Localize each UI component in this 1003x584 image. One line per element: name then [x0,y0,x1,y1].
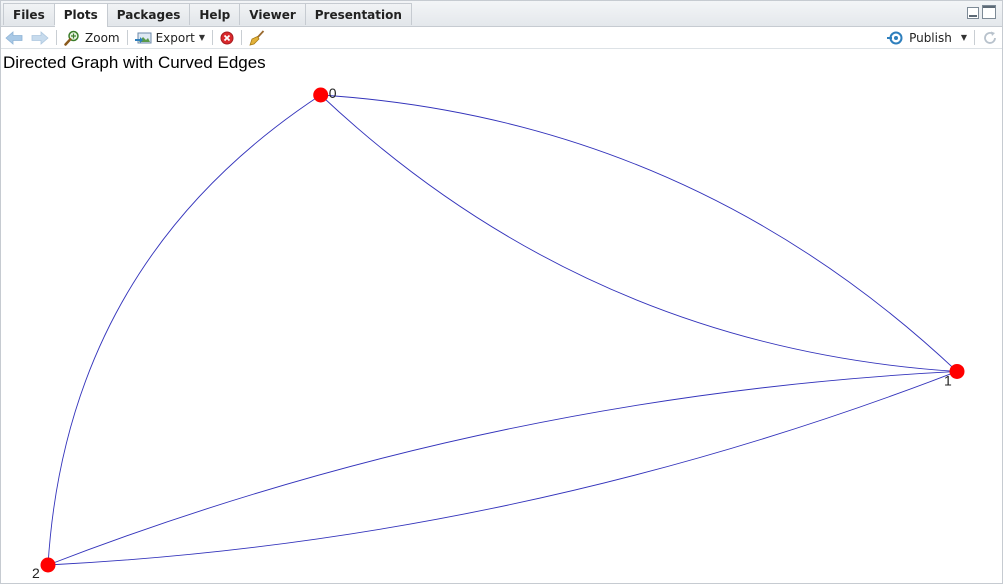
toolbar-separator [56,30,57,45]
node-2 [40,557,56,573]
refresh-button[interactable] [978,27,1002,48]
pane-window-controls [967,5,996,21]
tab-packages[interactable]: Packages [107,3,191,25]
maximize-pane-icon[interactable] [982,5,996,19]
tab-list: Files Plots Packages Help Viewer Present… [3,3,412,27]
zoom-label: Zoom [85,30,120,45]
tab-viewer[interactable]: Viewer [240,3,306,25]
graph-plot[interactable]: 0 1 2 [0,48,1001,582]
tab-files[interactable]: Files [3,3,55,25]
edge-0-to-2 [47,94,321,566]
tab-help[interactable]: Help [190,3,241,25]
node-0 [313,87,329,103]
toolbar-separator [212,30,214,45]
broom-icon [249,29,265,46]
remove-plot-button[interactable] [216,27,238,48]
node-label-2: 2 [32,565,40,581]
toolbar-separator [974,30,975,45]
export-image-icon [134,32,152,43]
node-label-0: 0 [329,85,337,101]
remove-plot-icon [220,31,234,44]
plots-toolbar: Zoom Export ▼ Publish ▼ [1,27,1002,49]
zoom-button[interactable]: Zoom [60,27,124,48]
chevron-down-icon: ▼ [960,33,967,42]
pane-tab-bar: Files Plots Packages Help Viewer Present… [1,1,1002,27]
node-label-1: 1 [944,372,952,388]
minimize-pane-icon[interactable] [967,7,979,19]
back-button[interactable] [1,27,27,48]
refresh-icon [984,31,996,44]
edge-0-to-1 [320,94,958,372]
arrow-left-icon [5,30,23,45]
edge-1-to-2 [47,371,958,566]
publish-menu-button[interactable]: Publish ▼ [883,27,971,48]
zoom-icon [64,30,79,46]
export-menu-button[interactable]: Export ▼ [131,27,209,48]
toolbar-right-group: Publish ▼ [883,27,1002,48]
tab-plots[interactable]: Plots [54,3,108,27]
publish-icon [887,31,903,44]
forward-button[interactable] [27,27,53,48]
toolbar-separator [126,30,128,45]
toolbar-separator [241,30,243,45]
publish-label: Publish [909,30,952,45]
edge-2-to-1 [47,371,958,566]
edge-1-to-0 [320,94,958,372]
clear-all-plots-button[interactable] [245,27,269,48]
export-label: Export [155,30,195,45]
arrow-right-icon [31,30,49,45]
chevron-down-icon: ▼ [198,33,206,42]
tab-presentation[interactable]: Presentation [305,3,412,25]
